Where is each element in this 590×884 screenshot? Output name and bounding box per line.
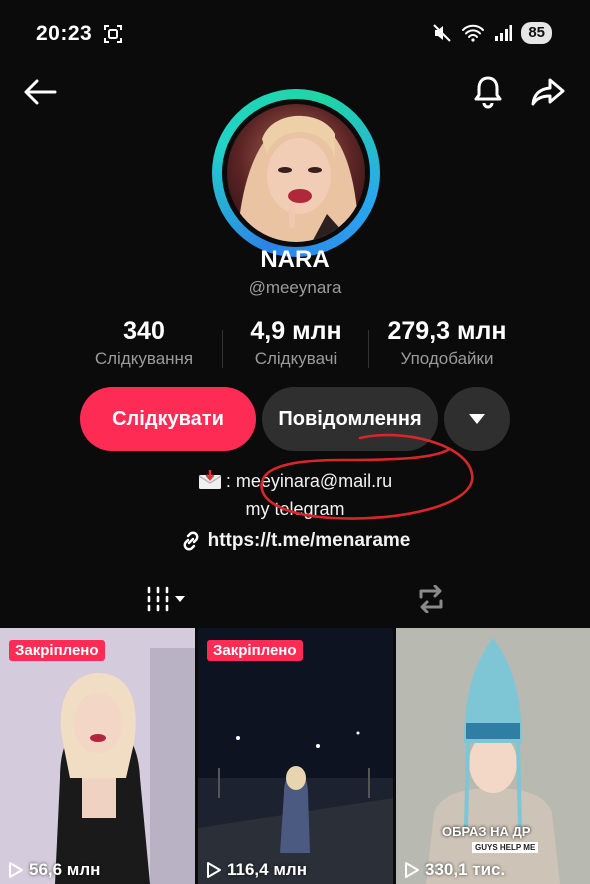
signal-icon xyxy=(495,25,513,41)
video-thumbnail-image xyxy=(0,628,195,884)
likes-label: Уподобайки xyxy=(400,349,494,368)
screen-record-icon xyxy=(104,25,122,43)
bio-link[interactable]: https://t.me/menarame xyxy=(0,530,590,552)
bio-telegram: my telegram xyxy=(245,499,345,519)
view-count: 56,6 млн xyxy=(8,860,100,880)
share-icon[interactable] xyxy=(528,72,568,112)
reposts-icon xyxy=(419,585,443,613)
view-count: 116,4 млн xyxy=(206,860,307,880)
wifi-icon xyxy=(462,24,485,42)
avatar[interactable] xyxy=(222,99,370,247)
video-grid: Закріплено 56,6 млн Закріплено 116,4 млн xyxy=(0,628,590,884)
stat-divider xyxy=(368,330,369,368)
stat-followers[interactable]: 4,9 млн Слідкувачі xyxy=(238,317,354,369)
video-thumbnail[interactable]: Закріплено 56,6 млн xyxy=(0,628,195,884)
status-time: 20:23 xyxy=(36,22,93,45)
more-options-button[interactable] xyxy=(444,387,510,451)
following-count: 340 xyxy=(123,317,165,345)
avatar-photo xyxy=(227,104,365,242)
view-count-text: 330,1 тис. xyxy=(425,860,506,879)
bell-icon[interactable] xyxy=(468,72,508,112)
message-button[interactable]: Повідомлення xyxy=(262,387,438,451)
pinned-badge: Закріплено xyxy=(9,640,105,661)
tab-dropdown-caret-icon xyxy=(175,595,185,602)
play-icon xyxy=(207,862,221,878)
videos-grid-icon xyxy=(147,586,169,612)
link-icon xyxy=(183,531,199,551)
following-label: Слідкування xyxy=(94,349,194,368)
bio-email: : meeyinara@mail.ru xyxy=(225,471,393,491)
stat-divider xyxy=(222,330,223,368)
status-bar: 20:23 85 xyxy=(0,0,590,64)
back-arrow-icon[interactable] xyxy=(20,72,60,112)
pinned-badge: Закріплено xyxy=(207,640,303,661)
profile-tabs xyxy=(0,576,590,628)
display-name: NARA xyxy=(260,246,330,273)
bio-email-line: : meeyinara@mail.ru xyxy=(0,470,590,492)
mute-icon xyxy=(433,24,452,42)
view-count: 330,1 тис. xyxy=(404,860,505,880)
stat-following[interactable]: 340 Слідкування xyxy=(82,317,206,369)
video-overlay-text: ОБРАЗ НА ДР xyxy=(442,824,531,839)
play-icon xyxy=(405,862,419,878)
video-overlay-sticker: GUYS HELP ME xyxy=(472,842,539,853)
video-thumbnail-image xyxy=(198,628,393,884)
followers-count: 4,9 млн xyxy=(250,317,342,345)
followers-label: Слідкувачі xyxy=(254,349,338,368)
caret-down-icon xyxy=(469,414,485,424)
follow-button[interactable]: Слідкувати xyxy=(80,387,256,451)
video-thumbnail[interactable]: Закріплено 116,4 млн xyxy=(198,628,393,884)
tab-reposts[interactable] xyxy=(410,582,452,616)
view-count-text: 116,4 млн xyxy=(227,860,307,879)
video-thumbnail[interactable]: ОБРАЗ НА ДР GUYS HELP ME 330,1 тис. xyxy=(396,628,590,884)
stat-likes[interactable]: 279,3 млн Уподобайки xyxy=(374,317,520,369)
username: @meeynara xyxy=(248,278,342,297)
view-count-text: 56,6 млн xyxy=(29,860,101,879)
bio-link-text: https://t.me/menarame xyxy=(207,530,411,551)
incoming-envelope-icon xyxy=(198,470,222,489)
battery-indicator: 85 xyxy=(521,22,552,44)
play-icon xyxy=(9,862,23,878)
likes-count: 279,3 млн xyxy=(387,317,507,345)
tab-videos[interactable] xyxy=(138,582,192,616)
